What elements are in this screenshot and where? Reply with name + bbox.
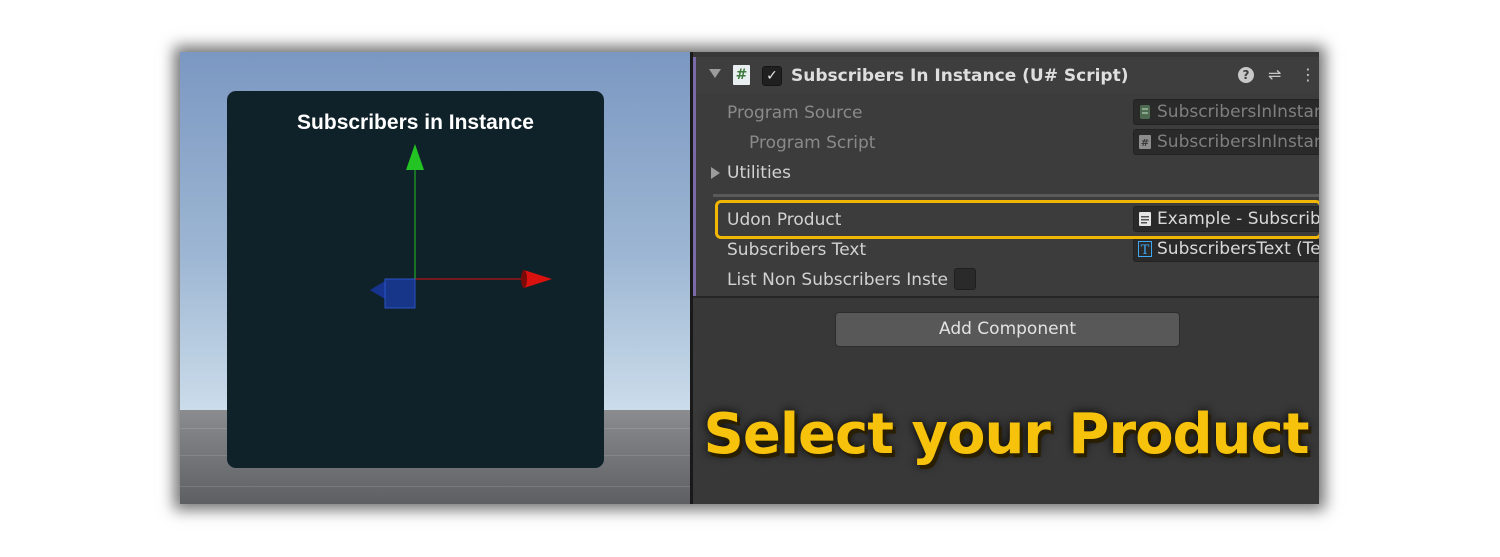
kebab-menu-icon[interactable]: ⋮ [1300,65,1316,84]
program-script-label: Program Script [749,133,876,153]
subscribers-text-value: SubscribersText (TextMeshProUGUI) [1157,239,1319,259]
plane-handle [384,278,416,309]
scene-view[interactable]: Subscribers in Instance [180,52,690,504]
csharp-file-icon: # [1139,135,1151,149]
help-icon[interactable]: ? [1238,67,1254,83]
component-enabled-checkbox[interactable]: ✓ [762,66,782,86]
screenshot-frame: Subscribers in Instance # ✓ Subscribers … [180,52,1319,504]
subscribers-text-field[interactable]: T SubscribersText (TextMeshProUGUI) [1133,236,1319,262]
csharp-script-icon: # [733,65,750,85]
list-non-subscribers-checkbox[interactable] [954,268,976,290]
utilities-label: Utilities [727,163,791,183]
x-axis-arrow[interactable] [524,270,552,288]
foldout-arrow-icon[interactable] [711,167,720,179]
y-axis-arrow[interactable] [406,144,424,170]
move-gizmo[interactable] [180,52,690,504]
program-asset-icon [1140,105,1150,119]
section-separator [713,194,1319,197]
program-script-row: Program Script # SubscribersInInstance [693,128,1319,156]
subscribers-text-row: Subscribers Text T SubscribersText (Text… [693,235,1319,263]
z-axis-arrow [370,281,385,299]
presets-icon[interactable]: ⇌ [1268,65,1281,84]
textmeshpro-icon: T [1138,241,1152,257]
utilities-foldout[interactable]: Utilities [693,158,1319,186]
inspector-panel: # ✓ Subscribers In Instance (U# Script) … [693,52,1319,504]
instruction-caption: Select your Product [703,402,1310,467]
component-title: Subscribers In Instance (U# Script) [791,66,1129,86]
add-component-button[interactable]: Add Component [835,312,1180,347]
list-non-subscribers-label: List Non Subscribers Instead [727,270,949,290]
program-source-field[interactable]: SubscribersInInstance Udon C# Program As… [1133,99,1319,125]
component-bottom-separator [693,296,1319,298]
list-non-subscribers-row: List Non Subscribers Instead [693,265,1319,293]
program-source-value: SubscribersInInstance Udon C# Program As… [1157,102,1319,122]
svg-text:#: # [1141,138,1149,149]
svg-text:T: T [1141,243,1150,257]
program-script-value: SubscribersInInstance [1157,132,1319,152]
udon-component: # ✓ Subscribers In Instance (U# Script) … [693,57,1319,298]
program-source-label: Program Source [727,103,863,123]
component-header[interactable]: # ✓ Subscribers In Instance (U# Script) … [696,57,1319,93]
program-source-row: Program Source SubscribersInInstance Udo… [693,98,1319,126]
udon-product-highlight [715,200,1319,239]
program-script-field[interactable]: # SubscribersInInstance [1133,129,1319,155]
fold-arrow-icon[interactable] [709,69,721,78]
subscribers-text-label: Subscribers Text [727,240,867,260]
